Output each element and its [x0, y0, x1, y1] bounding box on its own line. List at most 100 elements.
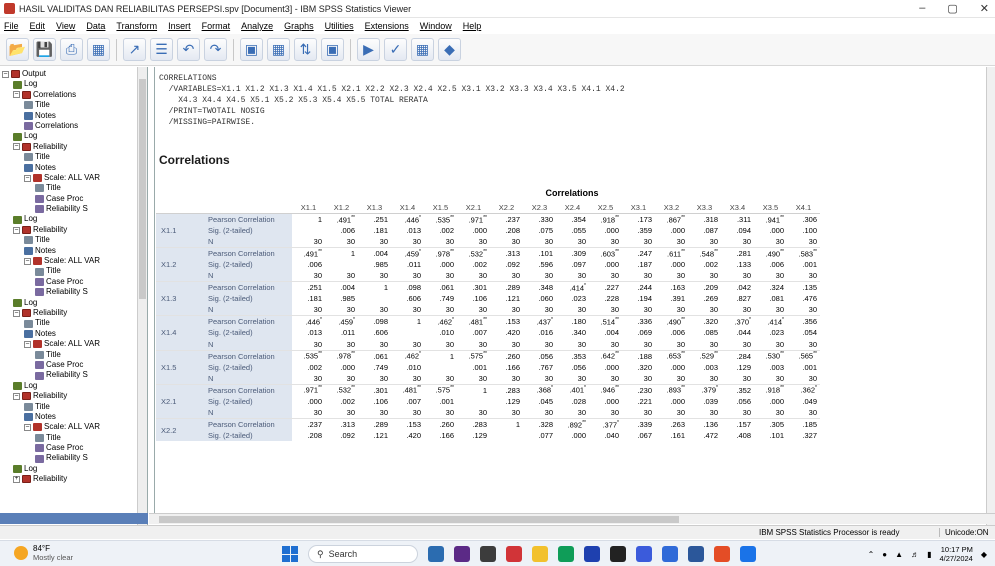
split-icon[interactable]: ▣: [321, 38, 344, 61]
spss-taskbar-icon[interactable]: [506, 546, 522, 562]
expand-toggle-icon[interactable]: –: [13, 226, 20, 234]
menu-transform[interactable]: Transform: [116, 21, 157, 31]
task-view-icon[interactable]: [480, 546, 496, 562]
outline-item[interactable]: Case Proc: [2, 360, 147, 370]
outline-item[interactable]: Case Proc: [2, 443, 147, 453]
outline-item[interactable]: Title: [2, 235, 147, 245]
outline-item[interactable]: Case Proc: [2, 194, 147, 204]
taskbar-search-box[interactable]: ⚲ Search: [308, 545, 418, 563]
recall-dialog-icon[interactable]: ☰: [150, 38, 173, 61]
edge-icon[interactable]: [558, 546, 574, 562]
expand-toggle-icon[interactable]: –: [24, 423, 31, 431]
menu-insert[interactable]: Insert: [168, 21, 191, 31]
outline-item[interactable]: Notes: [2, 246, 147, 256]
outline-item[interactable]: Reliability S: [2, 287, 147, 297]
expand-toggle-icon[interactable]: –: [13, 143, 20, 151]
menu-edit[interactable]: Edit: [30, 21, 46, 31]
outline-item[interactable]: Reliability S: [2, 204, 147, 214]
expand-toggle-icon[interactable]: –: [24, 340, 31, 348]
expand-toggle-icon[interactable]: –: [13, 91, 20, 99]
outline-item[interactable]: – Reliability: [2, 225, 147, 235]
menu-analyze[interactable]: Analyze: [241, 21, 273, 31]
outline-horizontal-scrollbar[interactable]: [0, 513, 148, 524]
outline-item[interactable]: Log: [2, 298, 147, 308]
print-icon[interactable]: ⎙: [60, 38, 83, 61]
outline-item[interactable]: – Output: [2, 69, 147, 79]
outline-item[interactable]: – Reliability: [2, 391, 147, 401]
outline-item[interactable]: Log: [2, 79, 147, 89]
outline-item[interactable]: Title: [2, 152, 147, 162]
select-cases-icon[interactable]: ✓: [384, 38, 407, 61]
wifi-icon[interactable]: ▲: [895, 550, 903, 559]
content-horizontal-scrollbar[interactable]: [149, 513, 995, 524]
menu-graphs[interactable]: Graphs: [284, 21, 314, 31]
expand-toggle-icon[interactable]: –: [13, 392, 20, 400]
insert-output-icon[interactable]: ▶: [357, 38, 380, 61]
outline-item[interactable]: Title: [2, 402, 147, 412]
menu-view[interactable]: View: [56, 21, 75, 31]
menu-utilities[interactable]: Utilities: [325, 21, 354, 31]
widgets-icon[interactable]: [428, 546, 444, 562]
word-icon[interactable]: [688, 546, 704, 562]
maximize-button[interactable]: ▢: [947, 2, 957, 15]
windows-start-icon[interactable]: [282, 546, 298, 562]
photos-icon[interactable]: [662, 546, 678, 562]
save-icon[interactable]: 💾: [33, 38, 56, 61]
menu-help[interactable]: Help: [463, 21, 482, 31]
show-all-icon[interactable]: ▦: [411, 38, 434, 61]
app-icon[interactable]: [636, 546, 652, 562]
menu-format[interactable]: Format: [202, 21, 231, 31]
expand-toggle-icon[interactable]: –: [24, 257, 31, 265]
outline-item[interactable]: Log: [2, 214, 147, 224]
outline-item[interactable]: Notes: [2, 163, 147, 173]
content-scroll-thumb[interactable]: [159, 516, 679, 523]
battery-icon[interactable]: ▮: [927, 550, 931, 559]
outline-item[interactable]: – Scale: ALL VAR: [2, 256, 147, 266]
menu-extensions[interactable]: Extensions: [365, 21, 409, 31]
outline-item[interactable]: Case Proc: [2, 277, 147, 287]
clock[interactable]: 10:17 PM 4/27/2024: [939, 545, 972, 563]
outline-item[interactable]: + Reliability: [2, 474, 147, 484]
outline-item[interactable]: – Correlations: [2, 90, 147, 100]
designated-window-icon[interactable]: ◆: [438, 38, 461, 61]
weather-widget[interactable]: 84°F Mostly clear: [14, 544, 73, 562]
print-preview-icon[interactable]: ▦: [87, 38, 110, 61]
content-vertical-scrollbar[interactable]: [986, 67, 995, 525]
redo-icon[interactable]: ↷: [204, 38, 227, 61]
notification-icon[interactable]: ◆: [981, 550, 987, 559]
file-explorer-icon[interactable]: [532, 546, 548, 562]
media-icon[interactable]: [610, 546, 626, 562]
menu-window[interactable]: Window: [420, 21, 452, 31]
minimize-button[interactable]: –: [919, 2, 925, 15]
outline-item[interactable]: Title: [2, 183, 147, 193]
browser-icon[interactable]: [740, 546, 756, 562]
outline-item[interactable]: Log: [2, 464, 147, 474]
outline-item[interactable]: – Scale: ALL VAR: [2, 339, 147, 349]
outline-item[interactable]: Title: [2, 318, 147, 328]
outline-item[interactable]: Title: [2, 433, 147, 443]
outline-item[interactable]: Correlations: [2, 121, 147, 131]
outline-item[interactable]: – Reliability: [2, 142, 147, 152]
menu-file[interactable]: File: [4, 21, 19, 31]
outline-scroll-thumb[interactable]: [139, 79, 146, 299]
goto-case-icon[interactable]: ▦: [267, 38, 290, 61]
outline-item[interactable]: Log: [2, 381, 147, 391]
store-icon[interactable]: [584, 546, 600, 562]
expand-toggle-icon[interactable]: –: [2, 70, 9, 78]
outline-item[interactable]: Title: [2, 266, 147, 276]
outline-item[interactable]: – Scale: ALL VAR: [2, 422, 147, 432]
close-button[interactable]: ✕: [980, 2, 989, 15]
outline-item[interactable]: Log: [2, 131, 147, 141]
goto-data-icon[interactable]: ▣: [240, 38, 263, 61]
outline-item[interactable]: Notes: [2, 412, 147, 422]
outline-item[interactable]: Reliability S: [2, 453, 147, 463]
teams-icon[interactable]: [454, 546, 470, 562]
outline-item[interactable]: – Scale: ALL VAR: [2, 173, 147, 183]
volume-icon[interactable]: ♬: [911, 550, 919, 559]
chevron-up-icon[interactable]: ⌃: [868, 550, 875, 559]
outline-vertical-scrollbar[interactable]: [137, 67, 147, 525]
expand-toggle-icon[interactable]: –: [24, 174, 31, 182]
menu-data[interactable]: Data: [86, 21, 105, 31]
undo-icon[interactable]: ↶: [177, 38, 200, 61]
export-icon[interactable]: ↗: [123, 38, 146, 61]
